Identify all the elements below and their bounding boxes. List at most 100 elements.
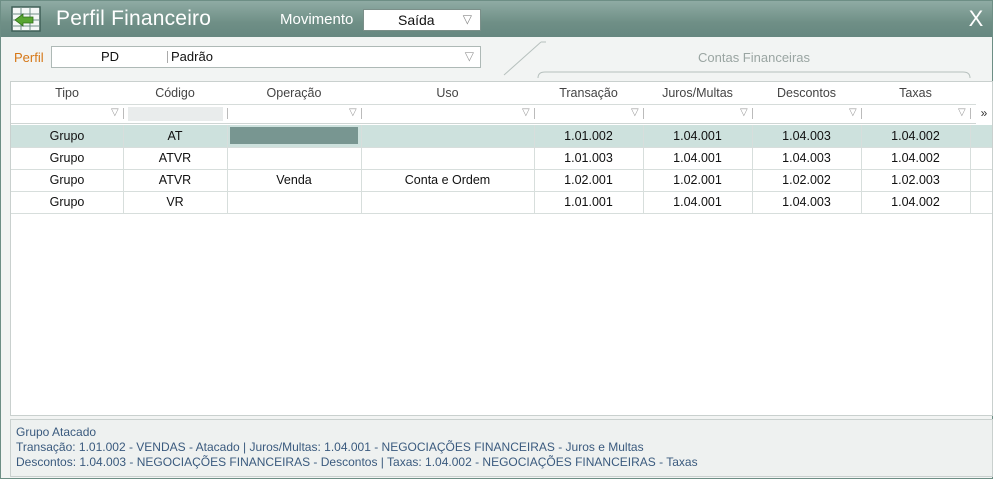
column-divider xyxy=(643,125,644,147)
perfil-select[interactable]: PD Padrão ▽ xyxy=(51,46,481,68)
column-divider xyxy=(123,191,124,213)
column-divider xyxy=(752,191,753,213)
cell-descontos[interactable]: 1.04.003 xyxy=(752,191,861,213)
cell-juros[interactable]: 1.04.001 xyxy=(643,147,752,169)
cell-transacao[interactable]: 1.02.001 xyxy=(534,169,643,191)
column-divider xyxy=(861,169,862,191)
cell-tipo[interactable]: Grupo xyxy=(11,191,123,213)
col-header-operacao[interactable]: Operação xyxy=(227,86,361,100)
cell-juros[interactable]: 1.04.001 xyxy=(643,191,752,213)
cell-tipo[interactable]: Grupo xyxy=(11,147,123,169)
col-header-codigo[interactable]: Código xyxy=(123,86,227,100)
col-header-transacao[interactable]: Transação xyxy=(534,86,643,100)
cell-descontos[interactable]: 1.04.003 xyxy=(752,147,861,169)
column-divider xyxy=(227,191,228,213)
table-row[interactable]: Grupo AT 1.01.002 1.04.001 1.04.003 1.04.002 xyxy=(11,125,992,148)
chevron-down-icon: ▽ xyxy=(464,49,474,63)
filter-separator xyxy=(361,108,362,119)
cell-taxas[interactable]: 1.04.002 xyxy=(861,147,970,169)
close-button[interactable]: X xyxy=(966,7,986,31)
title-bar: Perfil Financeiro Movimento Saída ▽ X xyxy=(1,1,992,37)
cell-uso[interactable] xyxy=(361,191,534,213)
filter-separator xyxy=(227,108,228,119)
table-row[interactable]: Grupo VR 1.01.001 1.04.001 1.04.003 1.04.002 xyxy=(11,191,992,214)
column-divider xyxy=(361,191,362,213)
column-divider xyxy=(752,169,753,191)
table-row[interactable]: Grupo ATVR Venda Conta e Ordem 1.02.001 1.02.… xyxy=(11,169,992,192)
col-header-juros-multas[interactable]: Juros/Multas xyxy=(643,86,752,100)
filter-separator xyxy=(643,108,644,119)
data-grid: Tipo Código Operação Uso Transação Juros… xyxy=(10,81,993,416)
cell-taxas[interactable]: 1.02.003 xyxy=(861,169,970,191)
table-row[interactable]: Grupo ATVR 1.01.003 1.04.001 1.04.003 1.04.00… xyxy=(11,147,992,170)
cell-tipo[interactable]: Grupo xyxy=(11,125,123,147)
column-divider xyxy=(361,169,362,191)
cell-uso[interactable]: Conta e Ordem xyxy=(361,169,534,191)
column-divider xyxy=(643,169,644,191)
cell-codigo[interactable]: ATVR xyxy=(123,147,227,169)
cell-uso[interactable] xyxy=(361,125,534,147)
filter-separator xyxy=(752,108,753,119)
movimento-select[interactable]: Saída ▽ xyxy=(363,9,481,31)
col-header-tipo[interactable]: Tipo xyxy=(11,86,123,100)
column-divider xyxy=(752,147,753,169)
movimento-value: Saída xyxy=(398,12,435,28)
column-divider xyxy=(227,147,228,169)
perfil-name: Padrão xyxy=(171,49,213,64)
column-divider xyxy=(227,125,228,147)
column-divider xyxy=(861,191,862,213)
cell-taxas[interactable]: 1.04.002 xyxy=(861,191,970,213)
cell-juros[interactable]: 1.04.001 xyxy=(643,125,752,147)
expand-columns-icon[interactable]: » xyxy=(977,104,991,122)
column-divider xyxy=(643,147,644,169)
column-divider xyxy=(534,147,535,169)
cell-uso[interactable] xyxy=(361,147,534,169)
column-divider xyxy=(752,125,753,147)
cell-transacao[interactable]: 1.01.003 xyxy=(534,147,643,169)
chevron-down-icon: ▽ xyxy=(462,12,472,26)
column-divider xyxy=(227,169,228,191)
cell-descontos[interactable]: 1.04.003 xyxy=(752,125,861,147)
cell-operacao[interactable] xyxy=(227,191,361,213)
cell-descontos[interactable]: 1.02.002 xyxy=(752,169,861,191)
cell-codigo[interactable]: ATVR xyxy=(123,169,227,191)
contas-bracket xyxy=(537,71,971,79)
filter-row: ▽ ▽ ▽ ▽ ▽ ▽ ▽ xyxy=(11,104,976,124)
cell-codigo[interactable]: AT xyxy=(123,125,227,147)
contas-financeiras-title: Contas Financeiras xyxy=(698,50,810,65)
column-divider xyxy=(361,147,362,169)
cell-operacao[interactable] xyxy=(227,125,361,147)
filter-operacao-icon[interactable]: ▽ xyxy=(349,107,357,118)
cell-operacao[interactable] xyxy=(227,147,361,169)
cell-juros[interactable]: 1.02.001 xyxy=(643,169,752,191)
col-header-taxas[interactable]: Taxas xyxy=(861,86,970,100)
filter-uso-icon[interactable]: ▽ xyxy=(522,107,530,118)
filter-taxas-icon[interactable]: ▽ xyxy=(958,107,966,118)
column-divider xyxy=(534,125,535,147)
movimento-label: Movimento xyxy=(280,11,354,28)
filter-codigo-input[interactable] xyxy=(128,107,223,121)
cell-transacao[interactable]: 1.01.002 xyxy=(534,125,643,147)
column-divider xyxy=(123,147,124,169)
table-back-icon[interactable] xyxy=(11,6,41,32)
column-divider xyxy=(970,169,971,191)
status-line-3: Descontos: 1.04.003 - NEGOCIAÇÕES FINANC… xyxy=(16,455,698,469)
cell-operacao[interactable]: Venda xyxy=(227,169,361,191)
column-divider xyxy=(123,125,124,147)
column-divider xyxy=(534,191,535,213)
col-header-descontos[interactable]: Descontos xyxy=(752,86,861,100)
column-divider xyxy=(970,125,971,147)
filter-transacao-icon[interactable]: ▽ xyxy=(631,107,639,118)
cell-tipo[interactable]: Grupo xyxy=(11,169,123,191)
col-header-uso[interactable]: Uso xyxy=(361,86,534,100)
column-divider xyxy=(534,169,535,191)
column-divider xyxy=(123,169,124,191)
perfil-separator xyxy=(167,51,168,63)
filter-tipo-icon[interactable]: ▽ xyxy=(111,107,119,118)
cell-transacao[interactable]: 1.01.001 xyxy=(534,191,643,213)
filter-separator xyxy=(534,108,535,119)
filter-descontos-icon[interactable]: ▽ xyxy=(849,107,857,118)
filter-juros-icon[interactable]: ▽ xyxy=(740,107,748,118)
cell-codigo[interactable]: VR xyxy=(123,191,227,213)
cell-taxas[interactable]: 1.04.002 xyxy=(861,125,970,147)
